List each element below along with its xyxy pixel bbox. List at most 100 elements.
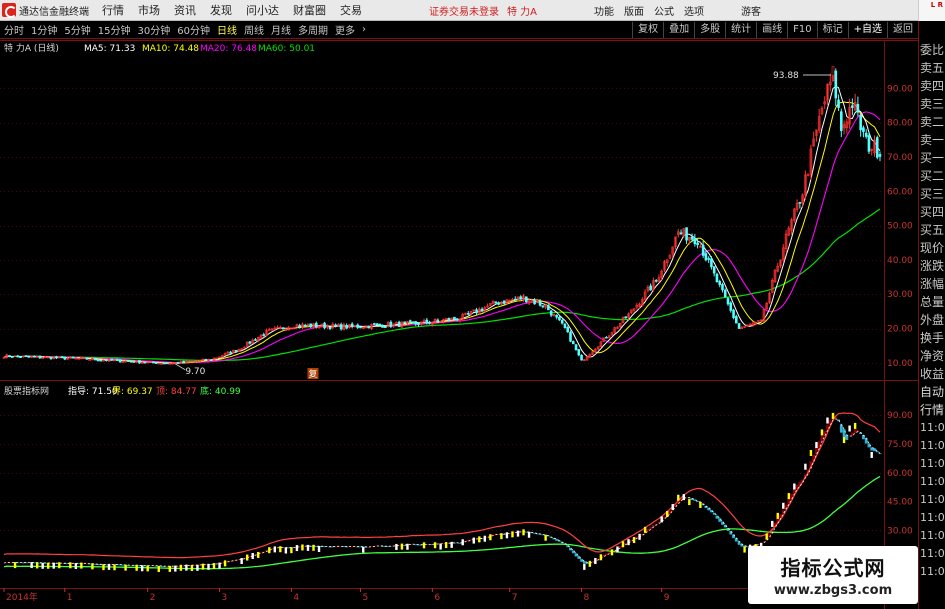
side-panel-item[interactable]: 买三 — [920, 185, 945, 203]
ma-legend-item: MA10: 74.48 — [142, 44, 199, 54]
side-panel-item[interactable]: 卖一 — [920, 131, 945, 149]
menu-market[interactable]: 市场 — [138, 2, 160, 18]
menu-trade[interactable]: 交易 — [340, 2, 362, 18]
side-panel-item[interactable]: 收益 — [920, 365, 945, 383]
guest-user[interactable]: 游客 — [741, 3, 761, 18]
side-panel-item[interactable]: 自动 — [920, 383, 945, 401]
period-15min[interactable]: 15分钟 — [98, 22, 131, 37]
indicator-fill-bar — [696, 501, 700, 503]
period-multi[interactable]: 多周期 — [298, 22, 328, 37]
period-daily[interactable]: 日线 — [217, 22, 237, 37]
candle-body — [10, 356, 14, 358]
draw-line-button[interactable]: 画线 — [756, 21, 787, 38]
period-30min[interactable]: 30分钟 — [137, 22, 170, 37]
chart-legend: 特 力A (日线) MA5: 71.33 MA10: 74.48 MA20: 76.4… — [4, 42, 315, 397]
side-panel-item[interactable]: 外盘 — [920, 311, 945, 329]
period-1min[interactable]: 1分钟 — [31, 22, 57, 37]
candle-body — [309, 323, 313, 328]
candle-body — [41, 357, 44, 360]
side-panel-item[interactable]: 涨跌 — [920, 257, 945, 275]
login-status[interactable]: 证券交易未登录 — [429, 3, 499, 18]
menu-function[interactable]: 功能 — [594, 3, 614, 18]
side-panel-item[interactable]: 11:08 — [920, 491, 945, 509]
candle-body — [165, 362, 169, 365]
x-axis-tick: 2014年 — [6, 591, 38, 603]
candle-body — [281, 327, 285, 330]
side-panel-item[interactable]: 买一 — [920, 149, 945, 167]
menu-layout[interactable]: 版面 — [624, 3, 644, 18]
menu-discover[interactable]: 发现 — [210, 2, 232, 18]
side-panel-item[interactable]: 买五 — [920, 221, 945, 239]
side-panel-item[interactable]: 11:08 — [920, 473, 945, 491]
side-panel-item[interactable]: 净资 — [920, 347, 945, 365]
indicator-fill-bar — [469, 539, 473, 541]
back-button[interactable]: 返回 — [887, 21, 918, 38]
candle-body — [397, 321, 401, 327]
period-timeshare[interactable]: 分时 — [4, 22, 24, 37]
candle-body — [151, 361, 155, 364]
period-weekly[interactable]: 周线 — [244, 22, 264, 37]
side-panel-item[interactable]: 买四 — [920, 203, 945, 221]
indicator-block — [395, 543, 398, 550]
candle-body — [605, 336, 608, 339]
indicator-block — [422, 542, 426, 549]
menu-wealth[interactable]: 财富圈 — [293, 2, 326, 18]
candle-body — [262, 334, 266, 336]
menu-ask[interactable]: 问小达 — [246, 2, 279, 18]
side-panel-item[interactable]: 现价 — [920, 239, 945, 257]
side-panel-item[interactable]: 委比 — [920, 41, 945, 59]
candle-body — [381, 325, 384, 328]
chevron-right-icon[interactable]: › — [362, 24, 366, 35]
indicator-block — [848, 425, 851, 432]
side-panel-item[interactable]: 换手 — [920, 329, 945, 347]
stock-chart[interactable]: 90.00 80.00 70.00 60.00 50.00 40.00 30.00 20.00… — [0, 40, 918, 609]
adjust-button[interactable]: 复权 — [632, 21, 663, 38]
side-panel-item[interactable]: 11:09 — [920, 527, 945, 545]
candle-body — [16, 355, 20, 358]
period-5min[interactable]: 5分钟 — [64, 22, 90, 37]
indicator-fill-bar — [270, 548, 274, 550]
statistics-button[interactable]: 统计 — [725, 21, 756, 38]
side-panel-item[interactable]: 卖五 — [920, 59, 945, 77]
side-panel-item[interactable]: 总量 — [920, 293, 945, 311]
period-60min[interactable]: 60分钟 — [177, 22, 210, 37]
y-axis-tick: 40.00 — [887, 256, 913, 266]
indicator-block — [91, 563, 94, 570]
menu-news[interactable]: 资讯 — [174, 2, 196, 18]
side-panel-item[interactable]: 11:09 — [920, 563, 945, 581]
menu-options[interactable]: 选项 — [684, 3, 704, 18]
ma-legend-item: MA5: 71.33 — [84, 44, 135, 54]
mark-button[interactable]: 标记 — [816, 21, 848, 38]
menu-formula[interactable]: 公式 — [654, 3, 674, 18]
f10-button[interactable]: F10 — [787, 21, 816, 38]
side-panel-item[interactable]: 卖四 — [920, 77, 945, 95]
indicator-block — [190, 564, 194, 571]
indicator-block — [295, 545, 299, 552]
side-panel-item[interactable]: 11:08 — [920, 419, 945, 437]
side-panel-item[interactable]: 11:09 — [920, 545, 945, 563]
indicator-fill-bar — [574, 553, 578, 557]
overlay-button[interactable]: 叠加 — [663, 21, 694, 38]
side-panel-item[interactable]: 卖三 — [920, 95, 945, 113]
period-more[interactable]: 更多 — [335, 22, 355, 37]
side-panel-item[interactable]: 11:09 — [920, 509, 945, 527]
indicator-y-tick: 75.00 — [887, 440, 913, 450]
indicator-block — [306, 544, 310, 551]
candle-body — [555, 315, 558, 318]
side-panel-item[interactable]: 卖二 — [920, 113, 945, 131]
menu-quotes[interactable]: 行情 — [102, 2, 124, 18]
side-panel-item[interactable]: 涨幅 — [920, 275, 945, 293]
candle-body — [654, 280, 658, 282]
candle-body — [345, 325, 348, 329]
x-axis-tick: 1 — [67, 593, 73, 603]
side-panel-item[interactable]: 行情 — [920, 401, 945, 419]
side-panel-item[interactable]: 11:08 — [920, 455, 945, 473]
add-watchlist-button[interactable]: +自选 — [847, 21, 887, 38]
side-panel-item[interactable]: 11:08 — [920, 437, 945, 455]
candle-body — [229, 351, 232, 354]
multi-stock-button[interactable]: 多股 — [694, 21, 725, 38]
indicator-block — [472, 537, 475, 544]
period-monthly[interactable]: 月线 — [271, 22, 291, 37]
side-panel-item[interactable]: 买二 — [920, 167, 945, 185]
app-title: 通达信金融终端 — [19, 6, 89, 18]
